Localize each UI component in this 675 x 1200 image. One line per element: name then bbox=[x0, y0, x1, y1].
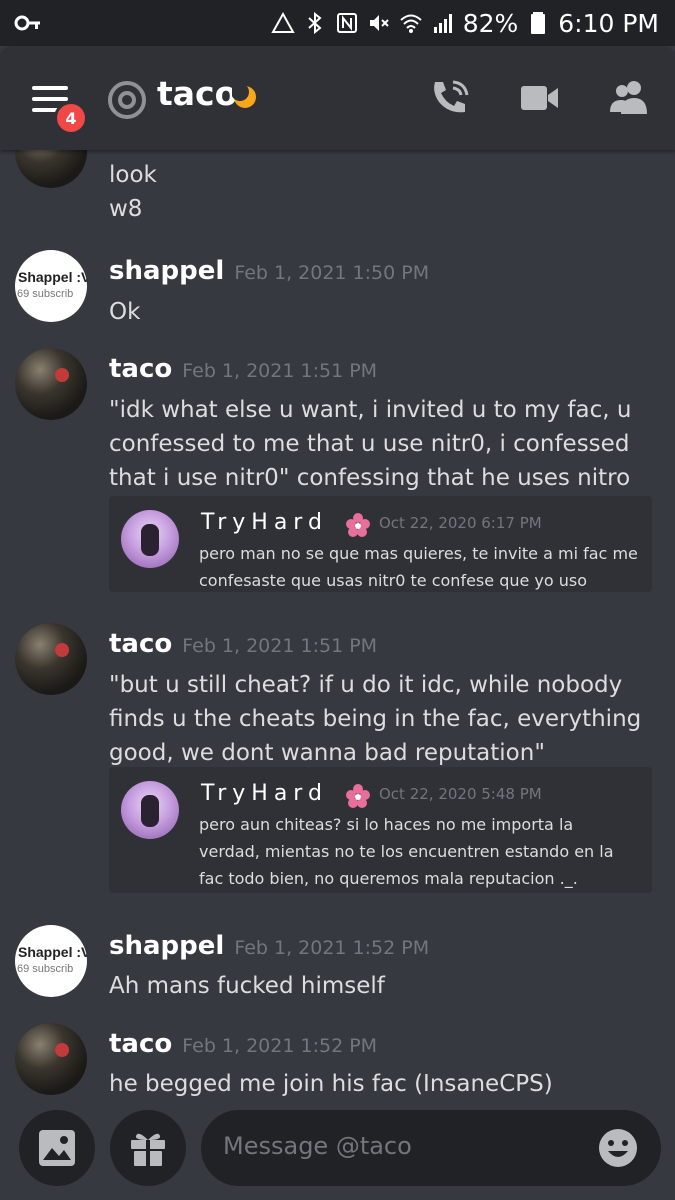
members-icon[interactable] bbox=[607, 78, 651, 118]
at-icon bbox=[108, 81, 146, 119]
message-header: shappel Feb 1, 2021 1:52 PM bbox=[109, 931, 429, 961]
timestamp: Feb 1, 2021 1:52 PM bbox=[182, 1035, 378, 1057]
gift-button[interactable] bbox=[110, 1110, 186, 1186]
message-text: Ok bbox=[109, 299, 141, 325]
embed-text: pero aun chiteas? si lo haces no me impo… bbox=[199, 815, 614, 888]
quoted-embed[interactable]: TryHard Oct 22, 2020 6:17 PM pero man no… bbox=[109, 496, 652, 592]
composer-bar: Message @taco bbox=[0, 1100, 675, 1200]
message-header: shappel Feb 1, 2021 1:50 PM bbox=[109, 256, 429, 286]
embed-avatar bbox=[121, 781, 179, 839]
key-icon bbox=[14, 15, 40, 31]
author-name[interactable]: taco bbox=[109, 354, 172, 384]
moon-icon bbox=[232, 84, 256, 108]
embed-text: pero man no se que mas quieres, te invit… bbox=[199, 544, 638, 590]
author-name[interactable]: shappel bbox=[109, 931, 224, 961]
embed-avatar bbox=[121, 510, 179, 568]
author-name[interactable]: taco bbox=[109, 629, 172, 659]
avatar[interactable]: Shappel :V 69 subscrib bbox=[15, 250, 87, 322]
avatar-subtext: 69 subscrib bbox=[17, 963, 74, 975]
embed-timestamp: Oct 22, 2020 5:48 PM bbox=[379, 785, 542, 803]
flower-icon bbox=[346, 784, 370, 808]
image-icon bbox=[39, 1130, 75, 1166]
message-header: taco Feb 1, 2021 1:51 PM bbox=[109, 629, 377, 659]
avatar-text: Shappel :V bbox=[18, 269, 87, 285]
status-icons: 82% 6:10 PM bbox=[270, 6, 659, 40]
timestamp: Feb 1, 2021 1:50 PM bbox=[234, 262, 430, 284]
embed-author: TryHard bbox=[201, 781, 328, 806]
avatar[interactable] bbox=[15, 150, 87, 188]
message-text: "but u still cheat? if u do it idc, whil… bbox=[109, 672, 642, 766]
channel-title: taco bbox=[157, 74, 238, 113]
message-input[interactable]: Message @taco bbox=[201, 1110, 661, 1186]
nfc-icon bbox=[336, 13, 357, 33]
gift-icon bbox=[131, 1133, 165, 1166]
mute-icon bbox=[369, 15, 389, 31]
timestamp: Feb 1, 2021 1:51 PM bbox=[182, 360, 378, 382]
avatar-subtext: 69 subscrib bbox=[17, 288, 74, 300]
author-name[interactable]: taco bbox=[109, 1029, 172, 1059]
avatar[interactable] bbox=[15, 1023, 87, 1095]
message-line: look bbox=[109, 162, 157, 188]
status-bar: 82% 6:10 PM bbox=[0, 0, 675, 46]
timestamp: Feb 1, 2021 1:52 PM bbox=[234, 937, 430, 959]
attach-image-button[interactable] bbox=[19, 1110, 95, 1186]
avatar-text: Shappel :V bbox=[18, 944, 87, 960]
bluetooth-icon bbox=[308, 11, 322, 35]
author-name[interactable]: shappel bbox=[109, 256, 224, 286]
emoji-icon[interactable] bbox=[597, 1127, 639, 1169]
video-icon[interactable] bbox=[518, 78, 562, 118]
clock: 6:10 PM bbox=[558, 8, 659, 38]
avatar[interactable] bbox=[15, 348, 87, 420]
call-icon[interactable] bbox=[429, 78, 473, 118]
battery-icon bbox=[531, 12, 546, 34]
embed-author: TryHard bbox=[201, 510, 328, 535]
battery-percent: 82% bbox=[462, 8, 519, 38]
channel-header: 4 taco bbox=[0, 46, 675, 150]
message-placeholder: Message @taco bbox=[223, 1132, 412, 1160]
message-list[interactable]: look w8 Shappel :V 69 subscrib shappel Fe… bbox=[0, 150, 675, 1100]
message-text: "idk what else u want, i invited u to my… bbox=[109, 397, 632, 491]
message-header: taco Feb 1, 2021 1:52 PM bbox=[109, 1029, 377, 1059]
quoted-embed[interactable]: TryHard Oct 22, 2020 5:48 PM pero aun ch… bbox=[109, 767, 652, 893]
data-saver-icon bbox=[270, 11, 295, 33]
timestamp: Feb 1, 2021 1:51 PM bbox=[182, 635, 378, 657]
message-line: w8 bbox=[109, 196, 143, 222]
signal-icon bbox=[433, 14, 452, 33]
flower-icon bbox=[346, 513, 370, 537]
message-header: taco Feb 1, 2021 1:51 PM bbox=[109, 354, 377, 384]
wifi-icon bbox=[400, 14, 422, 33]
embed-timestamp: Oct 22, 2020 6:17 PM bbox=[379, 514, 542, 532]
avatar[interactable] bbox=[15, 623, 87, 695]
avatar[interactable]: Shappel :V 69 subscrib bbox=[15, 925, 87, 997]
notification-badge: 4 bbox=[54, 101, 88, 135]
message-text: Ah mans fucked himself bbox=[109, 973, 385, 999]
message-text: he begged me join his fac (InsaneCPS) bbox=[109, 1071, 553, 1097]
